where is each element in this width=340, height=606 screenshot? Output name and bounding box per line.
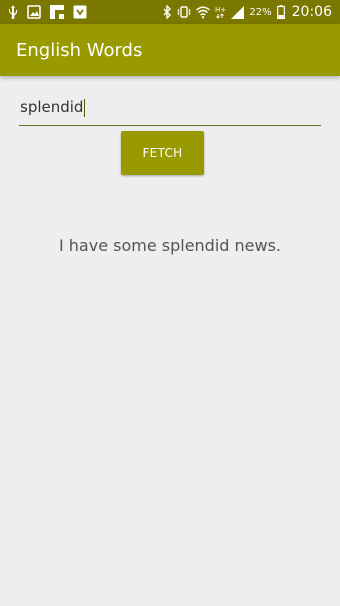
svg-text:H+: H+ <box>215 6 226 14</box>
system-icons: H+ 22% 20:06 <box>163 4 332 20</box>
status-bar: H+ 22% 20:06 <box>0 0 340 24</box>
app-bar: English Words <box>0 24 340 76</box>
app-screen: H+ 22% 20:06 English Words splendid FETC… <box>0 0 340 606</box>
vibrate-icon <box>177 5 192 19</box>
wifi-icon <box>196 6 211 19</box>
image-icon <box>27 5 41 19</box>
example-sentence: I have some splendid news. <box>58 236 282 255</box>
bluetooth-icon <box>163 5 172 19</box>
app-title: English Words <box>16 39 143 61</box>
hplus-signal-icon: H+ <box>215 5 226 19</box>
shield-icon <box>73 5 87 19</box>
flipboard-icon <box>50 5 64 19</box>
fetch-button[interactable]: FETCH <box>121 131 204 175</box>
battery-icon <box>276 5 285 19</box>
notification-icons <box>8 5 87 19</box>
word-input[interactable] <box>19 92 321 126</box>
signal-icon <box>231 5 245 19</box>
usb-icon <box>8 5 18 19</box>
battery-percent: 22% <box>249 6 272 18</box>
clock: 20:06 <box>291 4 332 20</box>
